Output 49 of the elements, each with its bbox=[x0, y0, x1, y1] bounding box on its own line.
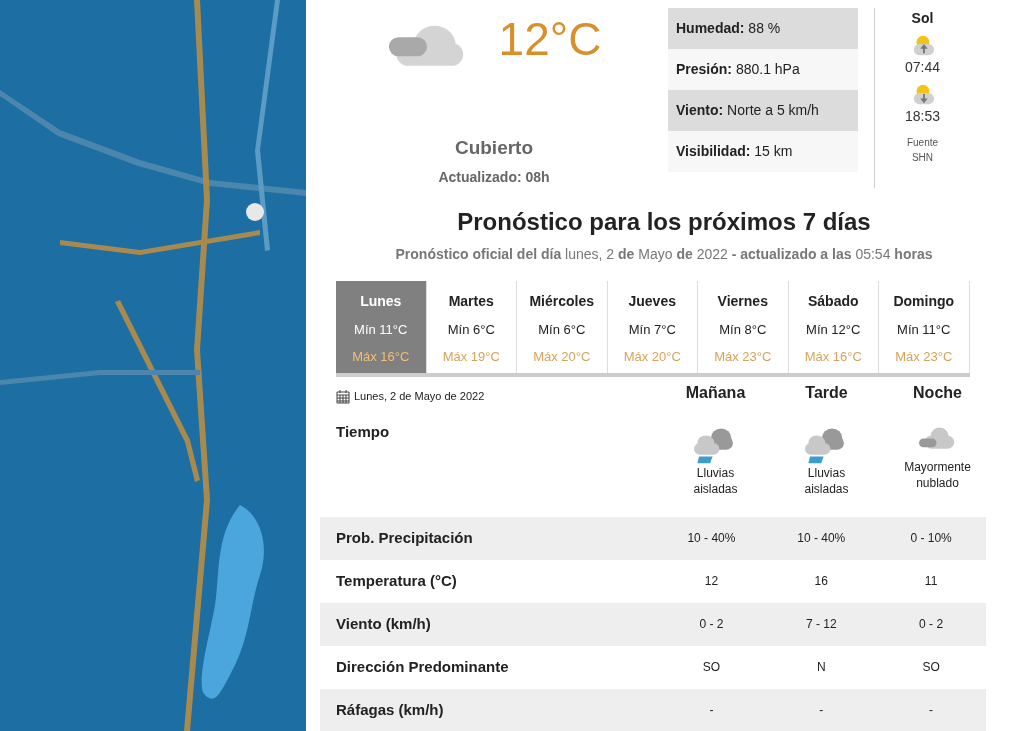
condition: Cubierto bbox=[454, 136, 534, 160]
calendar-icon bbox=[336, 388, 350, 404]
detail-row: Visibilidad: 15 km bbox=[668, 131, 858, 172]
table-cell: - bbox=[819, 703, 824, 717]
day-tab[interactable]: Domingo Mín 11°C Máx 23°C bbox=[879, 280, 970, 373]
date-label: Lunes, 2 de Mayo de 2022 bbox=[354, 389, 485, 404]
weather-description: Lluvias aisladas bbox=[692, 464, 739, 499]
source-note: Fuente SHN bbox=[905, 136, 940, 165]
day-tab[interactable]: Jueves Mín 7°C Máx 20°C bbox=[607, 280, 698, 373]
day-tab[interactable]: Martes Mín 6°C Máx 19°C bbox=[426, 280, 517, 373]
row-label: Dirección Predominante bbox=[336, 657, 509, 675]
table-cell: 10 - 40% bbox=[687, 531, 736, 545]
period-heading: Mañana bbox=[685, 383, 746, 401]
day-tab[interactable]: Miércoles Mín 6°C Máx 20°C bbox=[517, 280, 608, 373]
table-cell: 0 - 2 bbox=[919, 617, 944, 631]
table-cell: SO bbox=[702, 660, 721, 674]
day-tab[interactable]: Viernes Mín 8°C Máx 23°C bbox=[698, 280, 789, 373]
row-label: Temperatura (°C) bbox=[336, 571, 457, 589]
sun-time: 18:53 bbox=[904, 107, 940, 126]
table-cell: 7 - 12 bbox=[805, 617, 837, 631]
weather-description: Lluvias aisladas bbox=[803, 464, 850, 499]
table-cell: 11 bbox=[924, 574, 938, 588]
forecast-subtitle: Pronóstico oficial del día lunes, 2 de Mayo de 2022 - actualizado a las 05:54 horas bbox=[394, 244, 934, 264]
table-cell: - bbox=[709, 703, 714, 717]
day-tab[interactable]: Lunes Mín 11°C Máx 16°C bbox=[336, 280, 427, 373]
row-label: Viento (km/h) bbox=[336, 614, 431, 632]
temperature: 12°C bbox=[498, 16, 602, 62]
table-cell: 10 - 40% bbox=[797, 531, 846, 545]
forecast-title: Pronóstico para los próximos 7 días bbox=[456, 206, 872, 237]
detail-row: Humedad: 88 % bbox=[668, 8, 858, 49]
detail-row: Viento: Norte a 5 km/h bbox=[668, 90, 858, 131]
row-label: Ráfagas (km/h) bbox=[336, 700, 444, 718]
sun-title: Sol bbox=[911, 9, 934, 28]
detail-row: Presión: 880.1 hPa bbox=[668, 49, 858, 90]
table-cell: 16 bbox=[814, 574, 828, 588]
row-label: Tiempo bbox=[336, 422, 390, 440]
sun-time: 07:44 bbox=[904, 58, 940, 77]
table-cell: 0 - 10% bbox=[910, 531, 952, 545]
row-label: Prob. Precipitación bbox=[336, 528, 473, 546]
table-cell: - bbox=[929, 703, 934, 717]
period-heading: Tarde bbox=[805, 383, 848, 401]
table-cell: 12 bbox=[704, 574, 719, 588]
table-cell: 0 - 2 bbox=[699, 617, 724, 631]
weather-description: Mayormente nublado bbox=[903, 458, 972, 493]
table-cell: N bbox=[816, 660, 826, 674]
updated-time: Actualizado: 08h bbox=[438, 167, 550, 187]
table-cell: SO bbox=[922, 660, 940, 674]
day-tab[interactable]: Sábado Mín 12°C Máx 16°C bbox=[788, 280, 879, 373]
period-heading: Noche bbox=[913, 383, 962, 401]
